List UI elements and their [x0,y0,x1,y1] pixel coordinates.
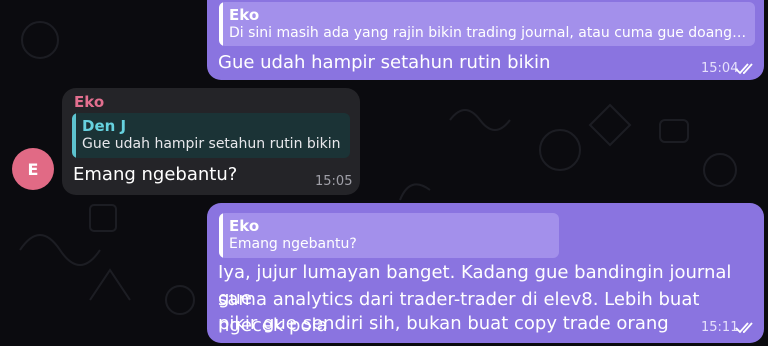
avatar[interactable]: E [12,148,54,190]
message-text: Gue udah hampir setahun rutin bikin [218,52,551,73]
reply-text: Di sini masih ada yang rajin bikin tradi… [229,25,749,41]
message-bubble-outgoing[interactable]: Eko Di sini masih ada yang rajin bikin t… [207,0,764,80]
reply-quote[interactable]: Eko Di sini masih ada yang rajin bikin t… [219,2,755,46]
double-check-icon [735,63,753,75]
double-check-icon [735,322,753,334]
reply-text: Emang ngebantu? [229,236,357,252]
avatar-initial: E [27,159,39,179]
reply-sender-name: Den J [82,117,127,135]
message-text: Emang ngebantu? [73,164,238,185]
reply-sender-name: Eko [229,6,260,24]
message-bubble-incoming[interactable]: Eko Den J Gue udah hampir setahun rutin … [62,88,360,195]
message-time: 15:05 [315,174,353,189]
message-time: 15:11 [701,320,739,335]
sender-name[interactable]: Eko [74,93,104,111]
reply-quote[interactable]: Den J Gue udah hampir setahun rutin biki… [72,113,350,158]
reply-sender-name: Eko [229,217,260,235]
reply-text: Gue udah hampir setahun rutin bikin [82,136,341,152]
message-text-line: pikir gue sendiri sih, bukan buat copy t… [218,313,669,334]
message-bubble-outgoing[interactable]: Eko Emang ngebantu? Iya, jujur lumayan b… [207,203,764,343]
message-time: 15:04 [701,61,739,76]
reply-quote[interactable]: Eko Emang ngebantu? [219,213,559,258]
